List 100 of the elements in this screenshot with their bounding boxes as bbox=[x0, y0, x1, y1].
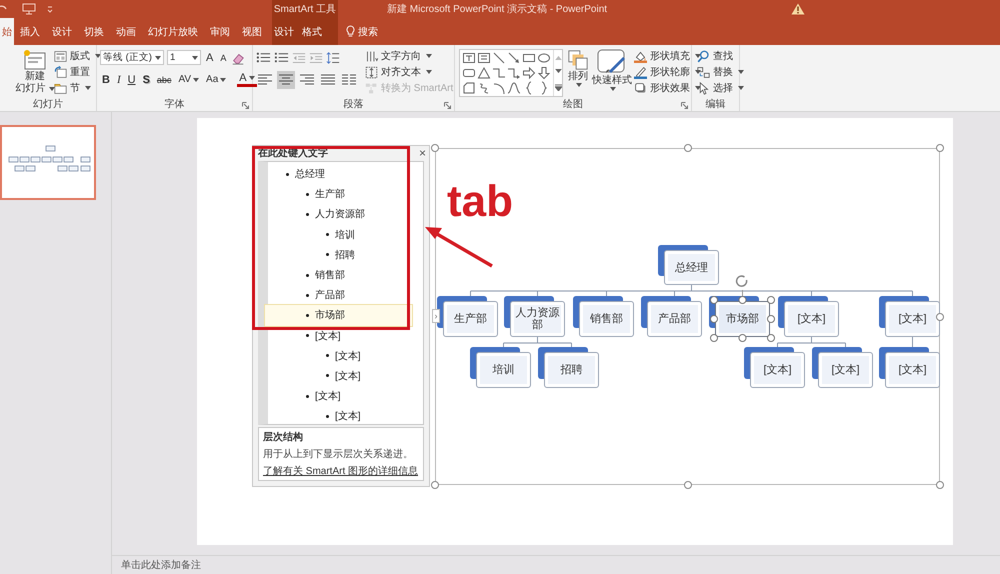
ribbon-button[interactable]: 形状效果 bbox=[634, 81, 701, 95]
ribbon-button[interactable]: 版式 bbox=[54, 49, 101, 63]
text-line[interactable]: 招聘 bbox=[268, 248, 409, 262]
format-button[interactable]: AV bbox=[176, 72, 202, 88]
line-spacing-icon[interactable] bbox=[326, 50, 340, 64]
ribbon-tab[interactable]: 审阅 bbox=[204, 18, 236, 45]
grow-font-button[interactable]: A bbox=[204, 50, 216, 66]
ribbon-tab[interactable]: 设计 bbox=[272, 18, 296, 45]
numbered-list-icon[interactable] bbox=[274, 50, 289, 65]
font-name-field[interactable]: 等线 (正文) bbox=[100, 50, 164, 65]
font-size-field[interactable]: 1 bbox=[167, 50, 201, 65]
vertical-text-box-icon[interactable] bbox=[477, 51, 491, 65]
oval-icon[interactable] bbox=[537, 51, 551, 65]
slide-thumbnail[interactable] bbox=[0, 125, 96, 200]
format-button[interactable]: Aa bbox=[204, 72, 228, 88]
dialog-launcher-icon[interactable] bbox=[242, 102, 249, 109]
triangle-icon[interactable] bbox=[477, 66, 491, 80]
align-center-icon[interactable] bbox=[277, 70, 295, 88]
down-arrow-icon[interactable] bbox=[537, 66, 551, 80]
resize-handle[interactable] bbox=[431, 481, 439, 489]
text-line[interactable]: [文本] bbox=[268, 348, 409, 363]
resize-handle[interactable] bbox=[431, 144, 439, 152]
ribbon-tab[interactable]: 始 bbox=[0, 18, 14, 45]
text-line[interactable]: [文本] bbox=[268, 328, 409, 343]
format-button[interactable]: U bbox=[126, 72, 138, 88]
org-chart-node[interactable]: 产品部 bbox=[647, 301, 702, 337]
pane-toggle-button[interactable]: › bbox=[432, 309, 440, 323]
rounded-rectangle-icon[interactable] bbox=[462, 66, 476, 80]
resize-handle[interactable] bbox=[936, 481, 944, 489]
text-line[interactable]: 生产部 bbox=[268, 187, 409, 202]
align-text-button[interactable]: 对齐文本 bbox=[365, 65, 454, 79]
text-line[interactable]: 总经理 bbox=[268, 167, 409, 182]
format-button[interactable]: S bbox=[140, 72, 152, 88]
ribbon-tab[interactable]: 插入 bbox=[14, 18, 46, 45]
org-chart-node[interactable]: 总经理 bbox=[664, 250, 719, 285]
org-chart-node[interactable]: [文本] bbox=[885, 352, 940, 388]
notes-field[interactable]: 单击此处添加备注 bbox=[112, 555, 1000, 574]
freeform-icon[interactable] bbox=[462, 81, 476, 95]
info-link[interactable]: 了解有关 SmartArt 图形的详细信息 bbox=[263, 464, 419, 478]
text-line[interactable]: 销售部 bbox=[268, 268, 409, 282]
presenter-icon[interactable] bbox=[22, 3, 36, 15]
elbow-arrow-icon[interactable] bbox=[507, 66, 521, 80]
format-button[interactable]: abc bbox=[154, 72, 174, 88]
new-slide-button[interactable]: 新建 幻灯片 bbox=[16, 49, 54, 95]
ribbon-button[interactable]: 重置 bbox=[54, 65, 101, 79]
dialog-launcher-icon[interactable] bbox=[444, 102, 451, 109]
elbow-connector-icon[interactable] bbox=[492, 66, 506, 80]
org-chart-node[interactable]: [文本] bbox=[750, 352, 805, 388]
resize-handle[interactable] bbox=[684, 481, 692, 489]
org-chart-node[interactable]: [文本] bbox=[885, 301, 940, 337]
shrink-font-button[interactable]: A bbox=[218, 50, 228, 66]
arrow-icon[interactable] bbox=[507, 51, 521, 65]
ribbon-button[interactable]: 选择 bbox=[697, 81, 744, 95]
org-chart-node[interactable]: 生产部 bbox=[443, 301, 498, 337]
close-button[interactable]: × bbox=[418, 146, 426, 160]
right-arrow-icon[interactable] bbox=[522, 66, 536, 80]
ribbon-tab[interactable]: 动画 bbox=[110, 18, 142, 45]
org-chart-node[interactable]: 招聘 bbox=[544, 352, 599, 388]
quick-styles-button[interactable]: 快速样式 bbox=[592, 49, 632, 91]
text-line[interactable]: 人力资源部 bbox=[268, 207, 409, 222]
ribbon-button[interactable]: 替换 bbox=[697, 65, 744, 79]
dialog-launcher-icon[interactable] bbox=[681, 102, 688, 109]
org-chart-node[interactable]: 培训 bbox=[476, 352, 531, 388]
ribbon-button[interactable]: 形状轮廓 bbox=[634, 65, 701, 79]
text-line[interactable]: 培训 bbox=[268, 228, 409, 242]
scroll-down-icon[interactable] bbox=[554, 69, 562, 74]
warning-icon[interactable] bbox=[791, 3, 805, 15]
resize-handle[interactable] bbox=[936, 144, 944, 152]
ribbon-tab[interactable]: 设计 bbox=[46, 18, 78, 45]
scribble-icon[interactable] bbox=[477, 81, 491, 95]
line-icon[interactable] bbox=[492, 51, 506, 65]
ribbon-tab[interactable]: 切换 bbox=[78, 18, 110, 45]
arc-icon[interactable] bbox=[492, 81, 506, 95]
bullet-list-icon[interactable] bbox=[256, 50, 271, 65]
org-chart-node[interactable]: 人力资源部 bbox=[510, 301, 565, 337]
text-box-icon[interactable] bbox=[462, 51, 476, 65]
org-chart-node[interactable]: [文本] bbox=[818, 352, 873, 388]
rectangle-icon[interactable] bbox=[522, 51, 536, 65]
ribbon-tab[interactable]: 格式 bbox=[296, 18, 328, 45]
search-button[interactable]: 搜索 bbox=[346, 18, 378, 45]
format-button[interactable]: B bbox=[100, 72, 112, 88]
ribbon-tab[interactable]: 视图 bbox=[236, 18, 268, 45]
format-button[interactable]: A bbox=[237, 72, 257, 86]
text-line[interactable]: [文本] bbox=[268, 368, 409, 384]
text-direction-button[interactable]: 文字方向 bbox=[365, 49, 454, 63]
org-chart-node[interactable]: 销售部 bbox=[579, 301, 634, 337]
arrange-button[interactable]: 排列 bbox=[567, 49, 589, 87]
text-line[interactable]: [文本] bbox=[268, 409, 409, 424]
resize-handle[interactable] bbox=[684, 144, 692, 152]
text-line[interactable]: 产品部 bbox=[268, 288, 409, 302]
curve-icon[interactable] bbox=[507, 81, 521, 95]
expand-gallery-icon[interactable] bbox=[554, 84, 562, 92]
ribbon-button[interactable]: 节 bbox=[54, 81, 101, 95]
text-line[interactable]: [文本] bbox=[268, 389, 409, 404]
customize-icon[interactable] bbox=[47, 5, 53, 13]
org-chart-node[interactable]: [文本] bbox=[784, 301, 839, 337]
ribbon-tab[interactable]: 幻灯片放映 bbox=[142, 18, 204, 45]
org-chart-node[interactable]: 市场部 bbox=[715, 301, 770, 337]
format-button[interactable]: I bbox=[114, 72, 123, 88]
ribbon-button[interactable]: 形状填充 bbox=[634, 49, 701, 63]
